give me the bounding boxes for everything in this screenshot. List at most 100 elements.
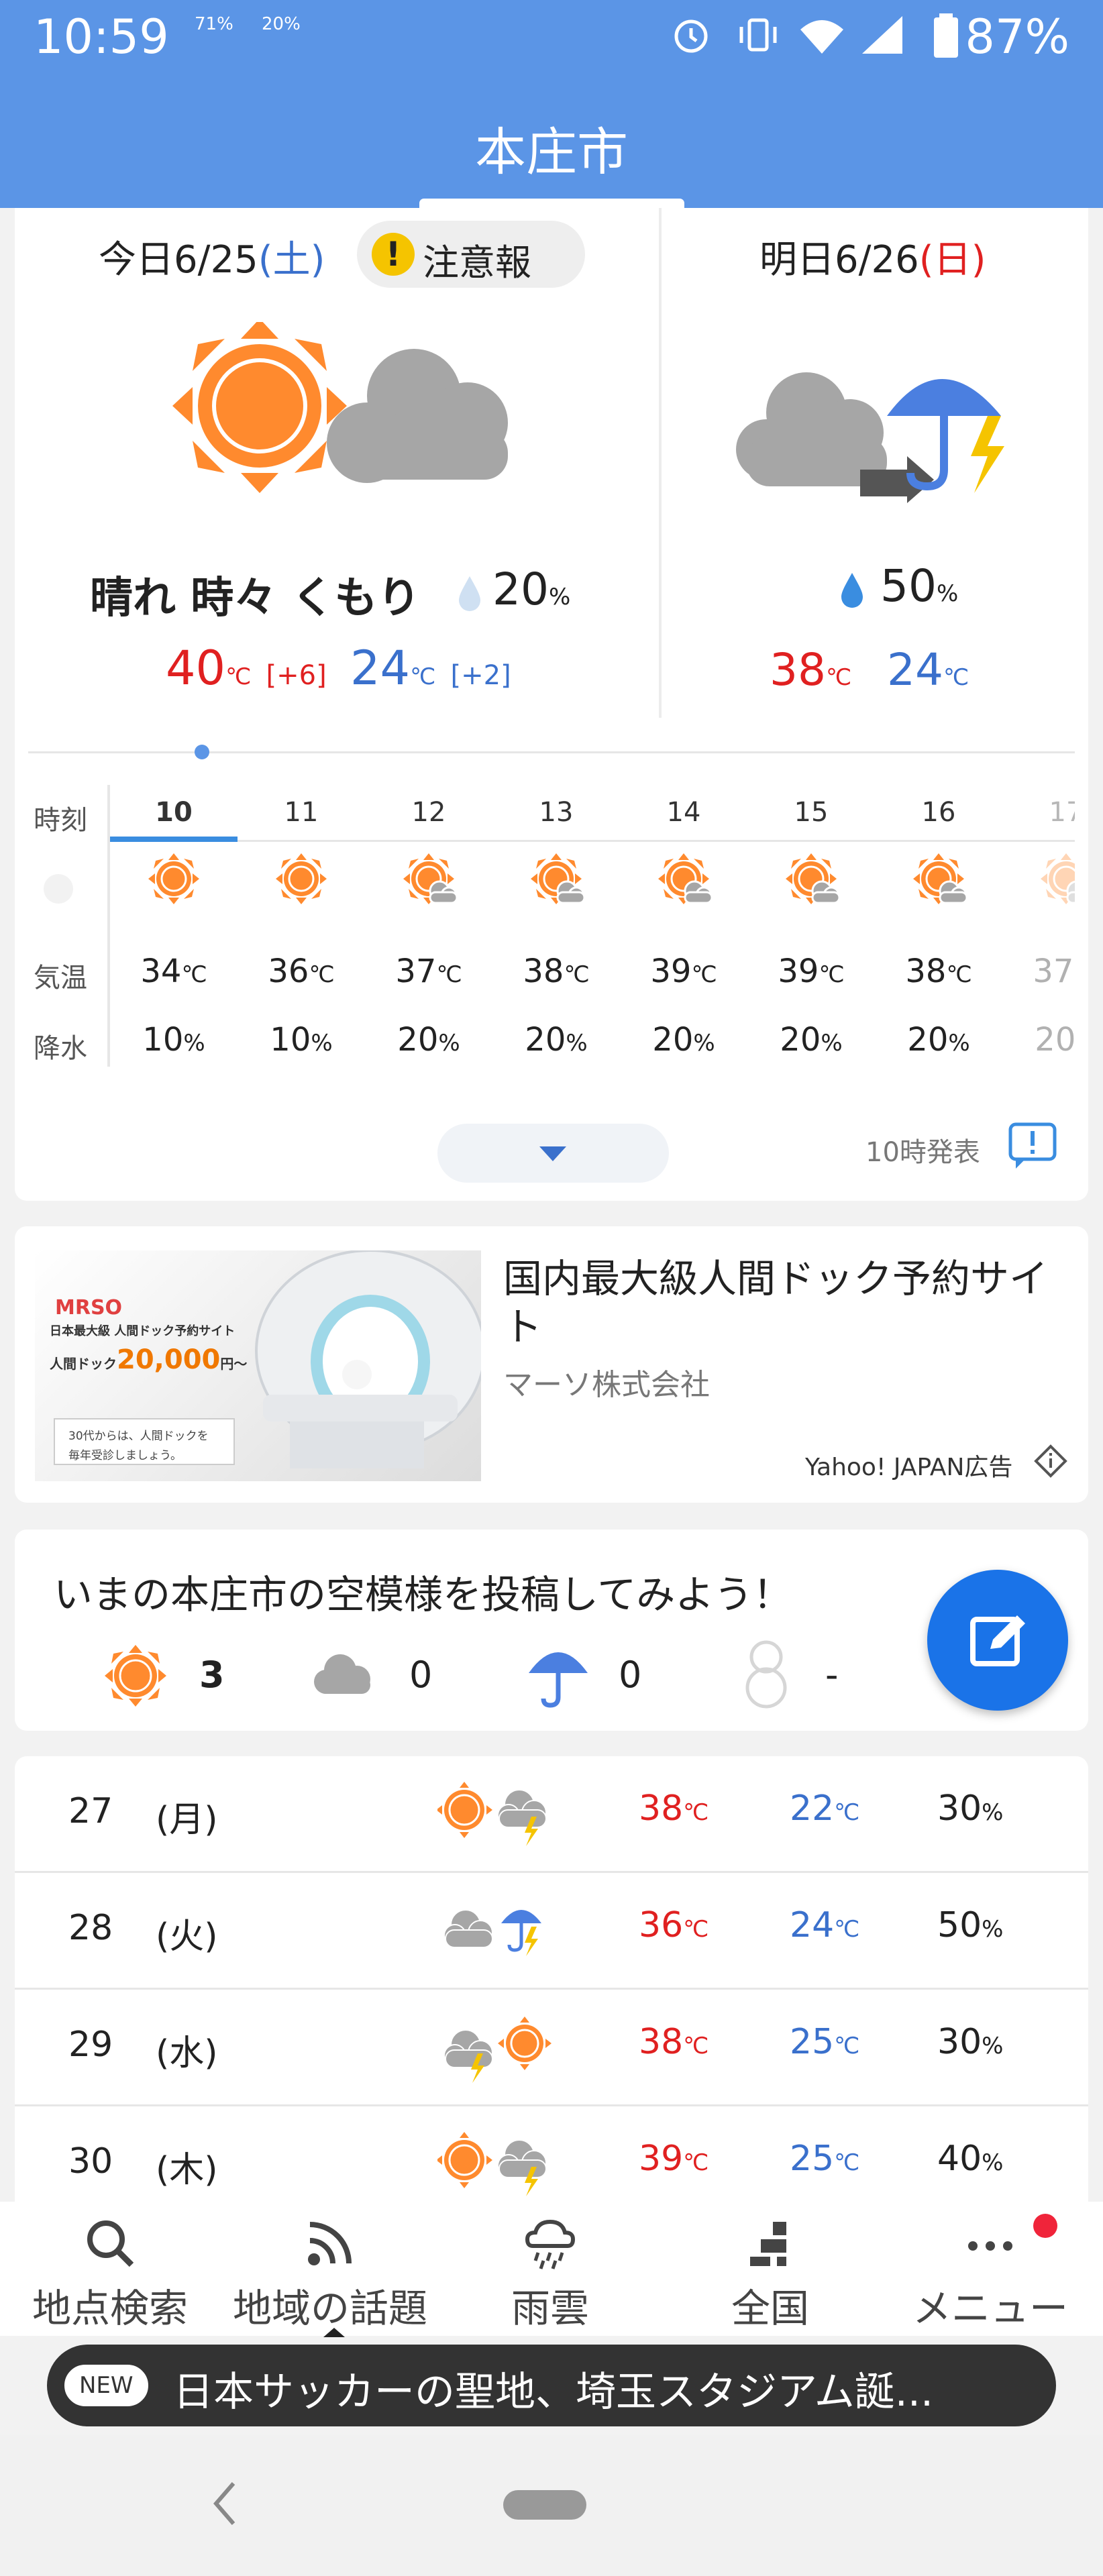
hour-temp-value: 37 <box>395 953 437 990</box>
unit-c: ℃ <box>410 663 436 690</box>
tab-indicator <box>419 199 684 208</box>
sunny-count: 3 <box>199 1654 225 1696</box>
weekly-high-value: 39 <box>639 2139 684 2179</box>
info-bubble-icon[interactable] <box>1006 1120 1060 1171</box>
weekly-rain: 30% <box>937 2022 1003 2062</box>
ad-brand: MRSO <box>55 1296 123 1320</box>
hour-temp: 37℃ <box>1002 953 1075 990</box>
sunny-cloudy-icon <box>172 322 508 493</box>
weekly-low-value: 25 <box>790 2139 835 2179</box>
day-divider <box>659 208 662 718</box>
feed-icon <box>308 2222 352 2265</box>
today-low: 24℃ [+2] <box>350 641 511 696</box>
hour-temp: 38℃ <box>875 953 1002 990</box>
hour-rain: 20% <box>1002 1021 1075 1059</box>
hour-label: 13 <box>539 797 574 828</box>
hour-rain: 20% <box>365 1021 492 1059</box>
post-fab-button[interactable] <box>927 1570 1068 1711</box>
home-pill[interactable] <box>503 2490 586 2520</box>
ad-title[interactable]: 国内最大級人間ドック予約サイト <box>503 1254 1073 1351</box>
hourly-strip[interactable]: 10 34℃ 10% 11 36℃ 10% 12 37℃ 20% 13 38℃ 20% 14 39℃ 20%… <box>110 785 1075 1073</box>
weekly-rain: 30% <box>937 1788 1003 1829</box>
hour-column: 16 38℃ 20% <box>875 785 1002 1073</box>
nav-nationwide[interactable]: 全国 <box>660 2202 880 2336</box>
weather-label-icon <box>44 874 73 904</box>
hour-temp-value: 38 <box>523 953 564 990</box>
cloudy-icon <box>314 1654 370 1694</box>
hour-rain-value: 20 <box>907 1021 949 1059</box>
weekly-row[interactable]: 29 (水) 38℃ 25℃ 30% <box>15 1990 1088 2106</box>
percent-unit: % <box>438 1030 460 1057</box>
hour-rain-value: 10 <box>142 1021 184 1059</box>
status-bar: 10:59 71% 20% 87% <box>0 0 1103 74</box>
alert-badge[interactable]: ! 注意報 <box>357 221 585 288</box>
weekly-low-value: 22 <box>790 1788 835 1829</box>
sunny-cloudy-icon <box>1041 853 1075 904</box>
expand-button[interactable] <box>437 1124 669 1183</box>
nav-local-topics[interactable]: 地域の話題 <box>220 2202 440 2337</box>
unit-c: ℃ <box>691 961 717 988</box>
today-high-diff: [+6] <box>266 660 327 691</box>
hour-label: 15 <box>794 797 829 828</box>
sunny-cloudy-icon <box>403 853 458 904</box>
warning-icon: ! <box>372 233 415 276</box>
sunny-icon <box>148 853 199 904</box>
ad-image-line1: 日本最大級 人間ドック予約サイト <box>50 1324 235 1338</box>
unit-c: ℃ <box>683 1799 709 1826</box>
percent-unit: % <box>982 1799 1004 1826</box>
percent-unit: % <box>311 1030 333 1057</box>
unit-c: ℃ <box>683 1916 709 1943</box>
status-indicator-2: 20% <box>262 14 301 34</box>
percent-unit: % <box>948 1030 970 1057</box>
weekly-day: 29 <box>68 2025 113 2065</box>
hour-temp: 38℃ <box>492 953 620 990</box>
chevron-down-icon <box>539 1146 566 1161</box>
weekly-dow: (水) <box>156 2033 218 2074</box>
hour-column: 17 37℃ 20% <box>1002 785 1075 1073</box>
unit-c: ℃ <box>436 961 462 988</box>
weekly-row[interactable]: 28 (火) 36℃ 24℃ 50% <box>15 1873 1088 1990</box>
today-rain-value: 20 <box>492 564 549 615</box>
news-ticker[interactable]: NEW 日本サッカーの聖地、埼玉スタジアム誕... <box>47 2345 1056 2426</box>
nav-menu[interactable]: メニュー <box>880 2202 1100 2336</box>
ad-image-note2: 毎年受診しましょう。 <box>68 1449 182 1462</box>
weekly-high: 39℃ <box>639 2139 708 2179</box>
weekly-high: 38℃ <box>639 2022 708 2062</box>
rain-count: 0 <box>619 1654 642 1696</box>
back-icon[interactable] <box>208 2477 242 2530</box>
today-low-value: 24 <box>350 641 411 696</box>
ad-card[interactable]: MRSO 日本最大級 人間ドック予約サイト 人間ドック20,000円～ 30代か… <box>15 1226 1088 1503</box>
hour-label: 17 <box>1049 797 1075 828</box>
hour-rain-value: 10 <box>270 1021 311 1059</box>
nav-label: 地域の話題 <box>232 2286 427 2331</box>
today-rain: 20% <box>492 564 570 615</box>
unit-c: ℃ <box>834 2033 860 2059</box>
sunny-cloudy-icon <box>531 853 586 904</box>
tomorrow-rain-value: 50 <box>880 560 937 612</box>
hour-column: 15 39℃ 20% <box>747 785 875 1073</box>
unit-c: ℃ <box>834 2149 860 2176</box>
hour-rain-value: 20 <box>525 1021 566 1059</box>
ad-image[interactable]: MRSO 日本最大級 人間ドック予約サイト 人間ドック20,000円～ 30代か… <box>35 1250 481 1481</box>
weekly-row[interactable]: 27 (月) 38℃ 22℃ 30% <box>15 1756 1088 1873</box>
tomorrow-high: 38℃ <box>770 644 851 696</box>
sunny-icon <box>105 1645 166 1707</box>
ad-company: マーソ株式会社 <box>503 1368 710 1402</box>
hour-label: 12 <box>411 797 446 828</box>
nav-label: 全国 <box>731 2286 809 2331</box>
hour-column: 13 38℃ 20% <box>492 785 620 1073</box>
weekly-low: 22℃ <box>790 1788 859 1829</box>
weekly-high-value: 38 <box>639 1788 684 1829</box>
ad-info-icon[interactable] <box>1033 1444 1068 1479</box>
nav-search[interactable]: 地点検索 <box>0 2202 220 2336</box>
page-title: 本庄市 <box>475 122 628 182</box>
nav-rain-clouds[interactable]: 雨雲 <box>440 2202 660 2336</box>
tomorrow-low-value: 24 <box>887 644 943 696</box>
news-headline[interactable]: 日本サッカーの聖地、埼玉スタジアム誕... <box>173 2359 933 2418</box>
hour-label: 14 <box>666 797 701 828</box>
sunny-thunder-icon <box>437 2132 547 2196</box>
snowman-icon <box>745 1640 787 1709</box>
weekly-low: 25℃ <box>790 2139 859 2179</box>
weekly-rain: 50% <box>937 1905 1003 1945</box>
unit-c: ℃ <box>225 663 252 690</box>
